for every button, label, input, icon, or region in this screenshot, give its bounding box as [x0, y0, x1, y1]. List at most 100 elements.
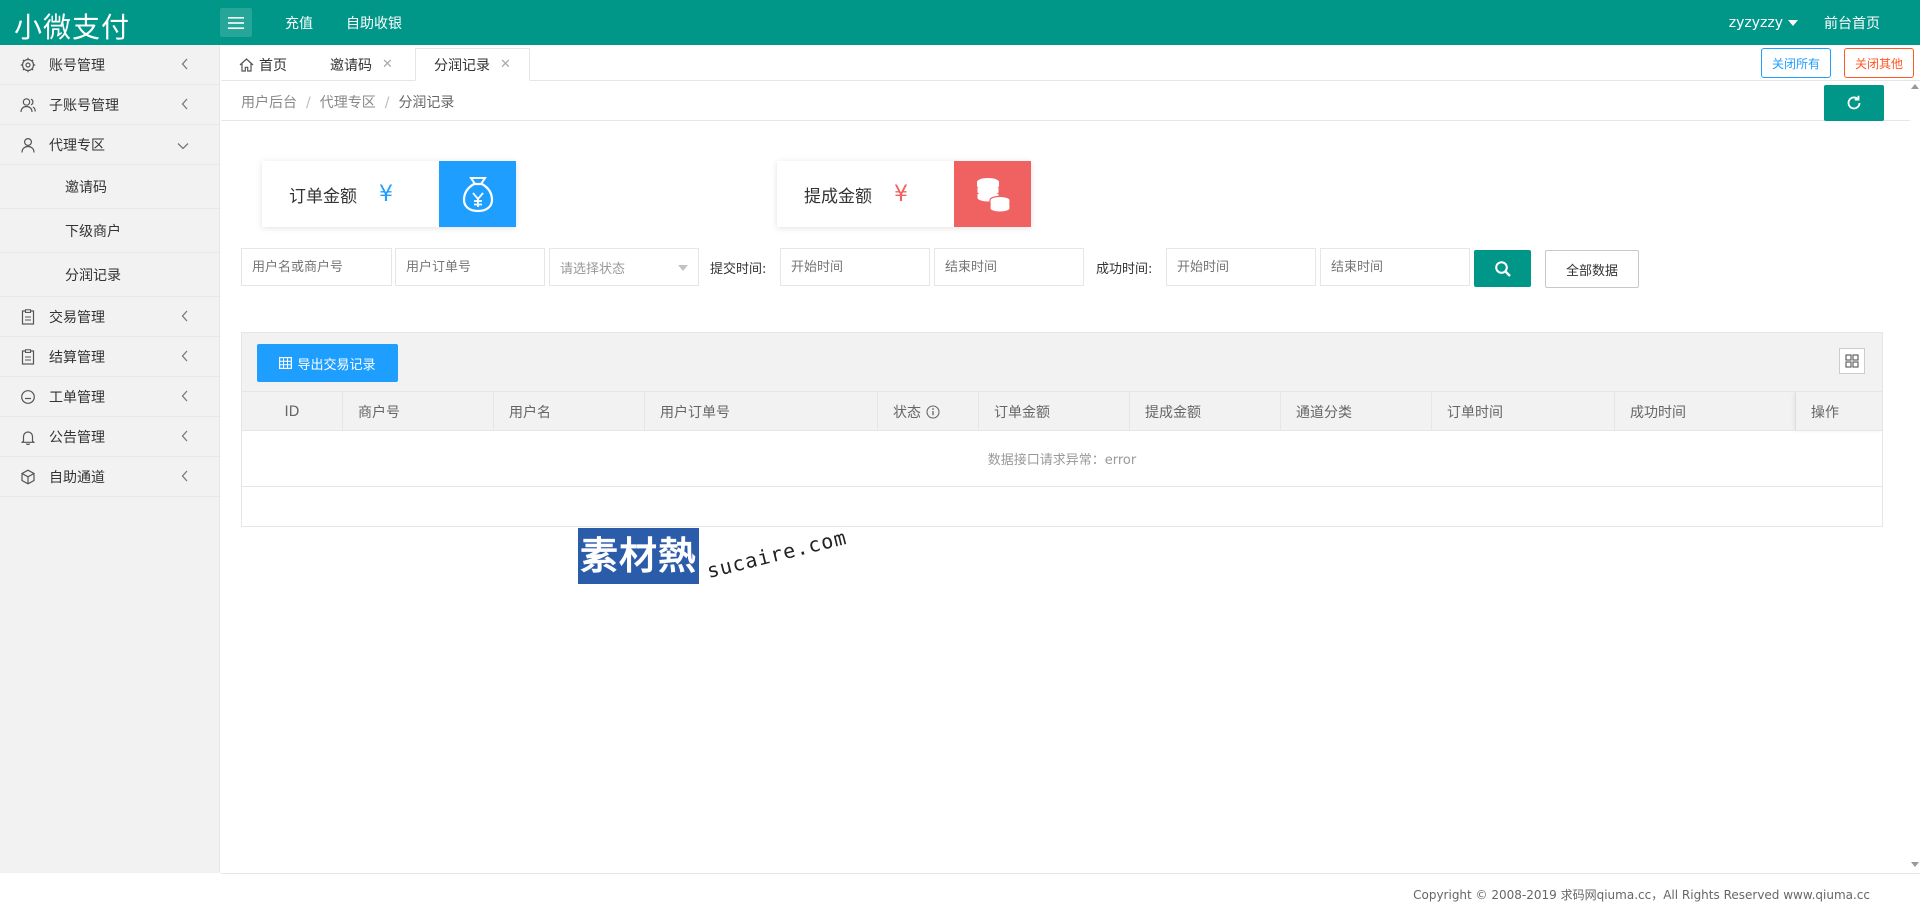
chevron-left-icon [181, 350, 189, 366]
money-bag-icon [439, 161, 516, 227]
table-icon [279, 357, 293, 369]
info-icon[interactable] [926, 404, 940, 419]
tab-invite-code[interactable]: 邀请码 ✕ [312, 48, 411, 81]
column-header-user-order-no[interactable]: 用户订单号 [645, 392, 878, 431]
sidebar-item-label: 代理专区 [49, 137, 105, 154]
close-icon[interactable]: ✕ [382, 57, 393, 72]
sidebar-subitem-sub-merchants[interactable]: 下级商户 [0, 209, 219, 253]
all-data-button[interactable]: 全部数据 [1545, 250, 1639, 288]
column-header-commission-amount[interactable]: 提成金额 [1130, 392, 1281, 431]
caret-down-icon [678, 265, 688, 271]
front-home-link[interactable]: 前台首页 [1824, 13, 1880, 33]
username-merchant-input[interactable] [241, 248, 392, 286]
column-header-order-time[interactable]: 订单时间 [1432, 392, 1615, 431]
close-icon[interactable]: ✕ [500, 57, 511, 72]
breadcrumb-item[interactable]: 代理专区 [320, 95, 376, 111]
submit-start-time-input[interactable] [780, 248, 930, 286]
records-table: 导出交易记录 ID 商户号 用户名 用户订单号 状态 订单金额 提成金额 通道分… [241, 332, 1883, 527]
nav-self-cashier[interactable]: 自助收银 [346, 13, 402, 33]
column-header-channel-category[interactable]: 通道分类 [1281, 392, 1432, 431]
clipboard-icon [20, 308, 36, 325]
watermark-logo: 素材熱 [578, 528, 700, 584]
chevron-left-icon [181, 58, 189, 74]
column-header-id[interactable]: ID [242, 392, 343, 431]
watermark-text: 素材熱 [578, 528, 700, 584]
tab-label: 分润记录 [434, 57, 490, 74]
sidebar: 账号管理 子账号管理 代理专区 邀请码 下级商户 分润记录 交易管理 结算管理 [0, 45, 220, 873]
home-icon [239, 57, 254, 72]
sidebar-item-self-channel[interactable]: 自助通道 [0, 457, 219, 497]
grid-icon [1845, 354, 1859, 368]
chevron-left-icon [181, 310, 189, 326]
sidebar-subitem-invite-code[interactable]: 邀请码 [0, 165, 219, 209]
tab-bar: 首页 邀请码 ✕ 分润记录 ✕ 关闭所有 关闭其他 [221, 45, 1920, 81]
success-start-time-input[interactable] [1166, 248, 1316, 286]
caret-down-icon [1788, 20, 1798, 26]
app-logo[interactable]: 小微支付 [14, 6, 130, 46]
search-button[interactable] [1474, 250, 1531, 287]
page-scrollbar[interactable] [1910, 81, 1920, 873]
breadcrumb-item[interactable]: 用户后台 [241, 95, 297, 111]
sidebar-item-settlement[interactable]: 结算管理 [0, 337, 219, 377]
sidebar-item-label: 结算管理 [49, 349, 105, 366]
table-header-row: ID 商户号 用户名 用户订单号 状态 订单金额 提成金额 通道分类 订单时间 … [242, 392, 1882, 431]
sidebar-item-agent[interactable]: 代理专区 [0, 125, 219, 165]
user-menu[interactable]: zyzyzzy [1729, 15, 1798, 31]
tab-label: 首页 [259, 57, 287, 74]
cube-icon [20, 469, 36, 485]
table-empty-message: 数据接口请求异常：error [242, 431, 1882, 487]
user-icon [20, 137, 36, 153]
coins-icon [954, 161, 1031, 227]
success-end-time-input[interactable] [1320, 248, 1470, 286]
menu-toggle-button[interactable] [220, 8, 252, 37]
column-header-merchant-no[interactable]: 商户号 [343, 392, 494, 431]
tab-profit-records[interactable]: 分润记录 ✕ [415, 48, 530, 81]
column-filter-button[interactable] [1839, 348, 1865, 374]
clipboard-icon [20, 348, 36, 365]
gear-icon [20, 57, 36, 73]
chevron-left-icon [181, 470, 189, 486]
sidebar-item-label: 公告管理 [49, 429, 105, 446]
export-records-button[interactable]: 导出交易记录 [257, 344, 398, 382]
scroll-down-icon[interactable] [1911, 862, 1919, 867]
column-header-success-time[interactable]: 成功时间 [1615, 392, 1796, 431]
username: zyzyzzy [1728, 14, 1783, 31]
order-amount-value: ¥ [379, 181, 393, 207]
sidebar-item-label: 自助通道 [49, 469, 105, 486]
hamburger-icon [228, 16, 244, 29]
refresh-icon [1847, 95, 1861, 110]
close-other-tabs-button[interactable]: 关闭其他 [1844, 48, 1915, 78]
tab-home[interactable]: 首页 [221, 48, 305, 81]
sidebar-item-transactions[interactable]: 交易管理 [0, 297, 219, 337]
sidebar-item-label: 工单管理 [49, 389, 105, 406]
column-header-order-amount[interactable]: 订单金额 [979, 392, 1130, 431]
submit-end-time-input[interactable] [934, 248, 1084, 286]
order-amount-card: 订单金额 ¥ [262, 161, 516, 227]
breadcrumb-current: 分润记录 [398, 95, 455, 111]
watermark: 素材熱 sucaire.com [578, 525, 849, 584]
column-header-status[interactable]: 状态 [878, 392, 979, 431]
refresh-button[interactable] [1824, 85, 1884, 121]
footer-copyright: Copyright © 2008-2019 求码网qiuma.cc，All Ri… [1413, 888, 1870, 902]
sidebar-item-account[interactable]: 账号管理 [0, 45, 219, 85]
nav-recharge[interactable]: 充值 [285, 13, 313, 33]
sidebar-item-announcements[interactable]: 公告管理 [0, 417, 219, 457]
chevron-left-icon [181, 390, 189, 406]
status-select[interactable]: 请选择状态 [549, 248, 699, 286]
close-all-tabs-button[interactable]: 关闭所有 [1761, 48, 1832, 78]
column-header-actions[interactable]: 操作 [1796, 392, 1882, 431]
user-order-input[interactable] [395, 248, 545, 286]
commission-amount-value: ¥ [894, 181, 908, 207]
chevron-left-icon [181, 98, 189, 114]
sidebar-item-label: 账号管理 [49, 57, 105, 74]
breadcrumb: 用户后台 / 代理专区 / 分润记录 [241, 95, 455, 111]
sidebar-item-tickets[interactable]: 工单管理 [0, 377, 219, 417]
chevron-left-icon [181, 430, 189, 446]
column-header-username[interactable]: 用户名 [494, 392, 645, 431]
sidebar-subitem-profit-records[interactable]: 分润记录 [0, 253, 219, 297]
top-right-menu: zyzyzzy 前台首页 [1729, 0, 1880, 45]
scroll-up-icon[interactable] [1911, 84, 1919, 89]
search-icon [1494, 260, 1511, 277]
face-icon [20, 389, 36, 405]
sidebar-item-sub-account[interactable]: 子账号管理 [0, 85, 219, 125]
